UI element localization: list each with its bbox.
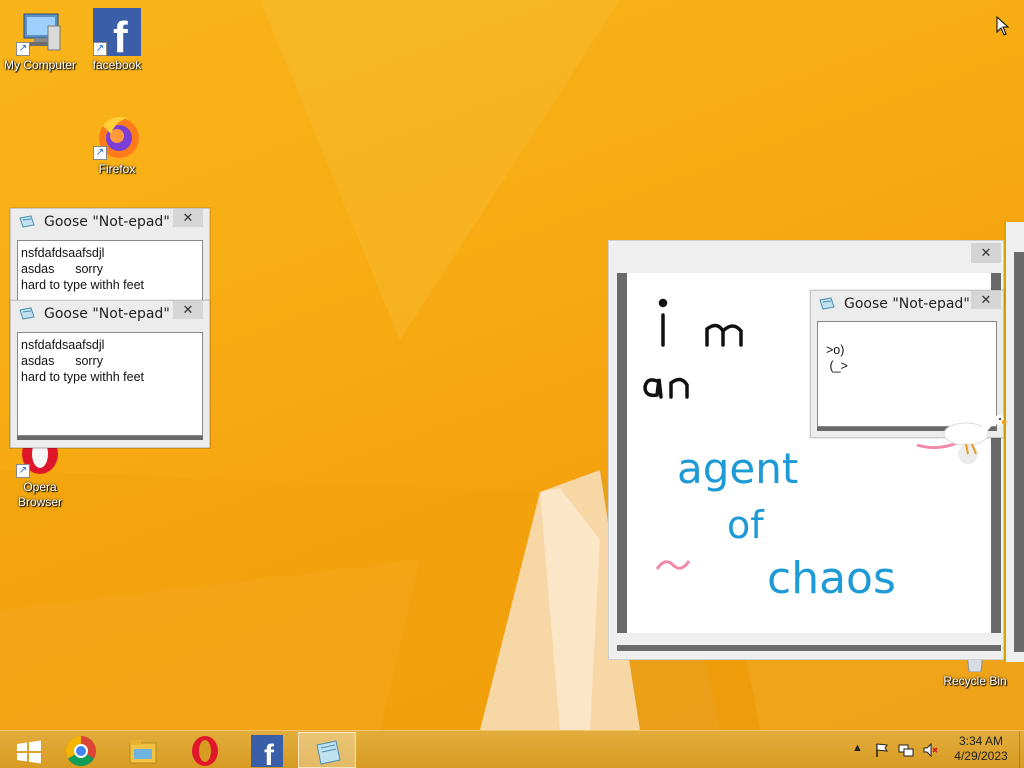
- start-button[interactable]: [0, 732, 58, 768]
- shortcut-arrow-icon: ↗: [16, 464, 30, 478]
- mouse-cursor-icon: [996, 16, 1010, 36]
- svg-text:f: f: [113, 13, 128, 56]
- facebook-icon: f: [251, 735, 283, 767]
- network-icon[interactable]: [898, 742, 914, 758]
- shortcut-arrow-icon: ↗: [16, 42, 30, 56]
- windows-logo-icon: [17, 740, 41, 764]
- file-explorer-icon: [129, 740, 157, 764]
- desktop-icon-facebook[interactable]: f ↗ facebook: [77, 8, 157, 73]
- stroke-an: [643, 377, 689, 399]
- volume-muted-icon[interactable]: [922, 742, 938, 758]
- horizontal-scrollbar[interactable]: [617, 645, 1001, 651]
- desktop: ↗ My Computer f ↗ facebook ↗ Firefox ↗ O…: [0, 0, 1024, 730]
- desktop-icon-label: Firefox: [98, 162, 136, 176]
- clock-time: 3:34 AM: [958, 734, 1004, 748]
- taskbar: f ▲ 3:34 AM 4/29/2023: [0, 730, 1024, 768]
- notepad-title: Goose "Not-epad": [844, 296, 970, 312]
- system-clock[interactable]: 3:34 AM 4/29/2023: [946, 734, 1016, 764]
- notepad-titlebar[interactable]: Goose "Not-epad" ✕: [11, 301, 209, 327]
- taskbar-notepad[interactable]: [298, 732, 356, 768]
- close-button[interactable]: ✕: [971, 243, 1001, 263]
- firefox-icon: ↗: [93, 112, 141, 160]
- scrollbar-edge: [1014, 252, 1024, 652]
- drawing-text-agent: agent: [677, 444, 798, 493]
- svg-text:f: f: [264, 739, 275, 767]
- notepad-window-2[interactable]: Goose "Not-epad" ✕ nsfdafdsaafsdjl asdas…: [10, 300, 210, 448]
- notepad-title: Goose "Not-epad": [44, 306, 170, 322]
- desktop-goose[interactable]: [908, 408, 1008, 468]
- notepad-title: Goose "Not-epad": [44, 214, 170, 230]
- desktop-icon-label: Opera Browser: [17, 480, 62, 509]
- chrome-icon: [65, 736, 96, 767]
- notepad-icon: [19, 307, 35, 320]
- notepad-icon: [19, 215, 35, 228]
- desktop-icon-my-computer[interactable]: ↗ My Computer: [0, 8, 80, 73]
- notepad-text-area[interactable]: nsfdafdsaafsdjl asdas sorry hard to type…: [17, 332, 203, 436]
- taskbar-file-explorer[interactable]: [114, 732, 172, 768]
- shortcut-arrow-icon: ↗: [93, 42, 107, 56]
- computer-icon: ↗: [16, 8, 64, 56]
- notepad-icon: [316, 740, 341, 765]
- notepad-titlebar[interactable]: Goose "Not-epad" ✕: [811, 291, 1003, 317]
- facebook-icon: f ↗: [93, 8, 141, 62]
- notepad-titlebar[interactable]: Goose "Not-epad" ✕: [11, 209, 209, 235]
- opera-icon: [192, 736, 218, 766]
- close-button[interactable]: ✕: [173, 209, 203, 227]
- desktop-icon-firefox[interactable]: ↗ Firefox: [77, 112, 157, 177]
- close-button[interactable]: ✕: [173, 301, 203, 319]
- pink-squiggle: [655, 560, 691, 570]
- drawing-text-of: of: [727, 503, 765, 547]
- notepad-text-area[interactable]: nsfdafdsaafsdjl asdas sorry hard to type…: [17, 240, 203, 302]
- action-center-flag-icon[interactable]: [874, 742, 890, 758]
- desktop-icon-label: My Computer: [3, 58, 77, 72]
- taskbar-facebook[interactable]: f: [238, 732, 296, 768]
- horizontal-scrollbar[interactable]: [17, 436, 203, 440]
- clock-date: 4/29/2023: [954, 749, 1008, 763]
- show-hidden-icons-button[interactable]: ▲: [852, 742, 868, 758]
- desktop-icon-label: Recycle Bin: [943, 674, 1007, 688]
- drawing-text-chaos: chaos: [767, 553, 896, 604]
- close-button[interactable]: ✕: [971, 291, 1001, 309]
- show-desktop-button[interactable]: [1019, 731, 1024, 768]
- shortcut-arrow-icon: ↗: [93, 146, 107, 160]
- taskbar-opera[interactable]: [176, 732, 234, 768]
- desktop-icon-label: facebook: [92, 58, 142, 72]
- notepad-icon: [819, 297, 835, 310]
- taskbar-chrome[interactable]: [52, 732, 110, 768]
- stroke-m: [705, 323, 743, 347]
